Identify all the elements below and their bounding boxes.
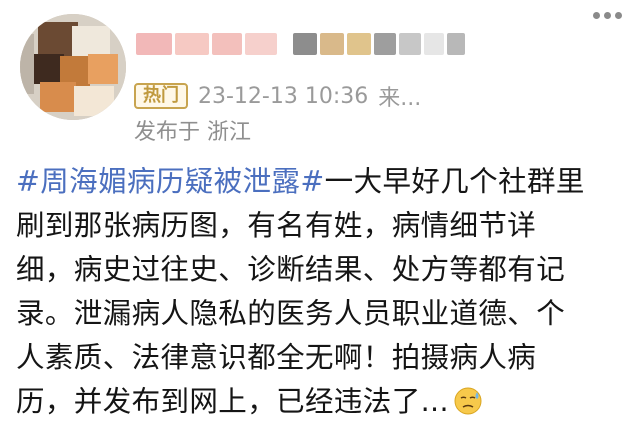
post-location: 发布于 浙江 xyxy=(134,120,251,145)
username-blurred[interactable] xyxy=(136,33,465,55)
more-options-icon[interactable] xyxy=(593,12,622,19)
content-line-1: #周海媚病历疑被泄露#一大早好几个社群里 xyxy=(16,160,626,204)
cold-sweat-face-icon xyxy=(454,387,482,415)
post-content: #周海媚病历疑被泄露#一大早好几个社群里 刷到那张病历图，有名有姓，病情细节详 … xyxy=(16,160,626,424)
post-source[interactable]: 来... xyxy=(378,80,421,112)
post-timestamp: 23-12-13 10:36 xyxy=(198,83,369,109)
content-line-3: 细，病史过往史、诊断结果、处方等都有记 xyxy=(16,253,566,286)
hot-badge: 热门 xyxy=(134,83,188,109)
content-line-2: 刷到那张病历图，有名有姓，病情细节详 xyxy=(16,209,537,242)
content-text: 历，并发布到网上，已经违法了... xyxy=(16,385,449,418)
weibo-post: 热门 23-12-13 10:36 来... 发布于 浙江 #周海媚病历疑被泄露… xyxy=(0,0,640,435)
content-line-4: 录。泄漏病人隐私的医务人员职业道德、个 xyxy=(16,297,566,330)
post-meta: 热门 23-12-13 10:36 来... xyxy=(134,80,421,112)
content-line-6: 历，并发布到网上，已经违法了... xyxy=(16,380,626,424)
user-avatar[interactable] xyxy=(20,14,126,120)
content-text: 一大早好几个社群里 xyxy=(324,165,585,198)
hashtag-link[interactable]: #周海媚病历疑被泄露# xyxy=(16,165,325,198)
content-line-5: 人素质、法律意识都全无啊！拍摄病人病 xyxy=(16,341,537,374)
